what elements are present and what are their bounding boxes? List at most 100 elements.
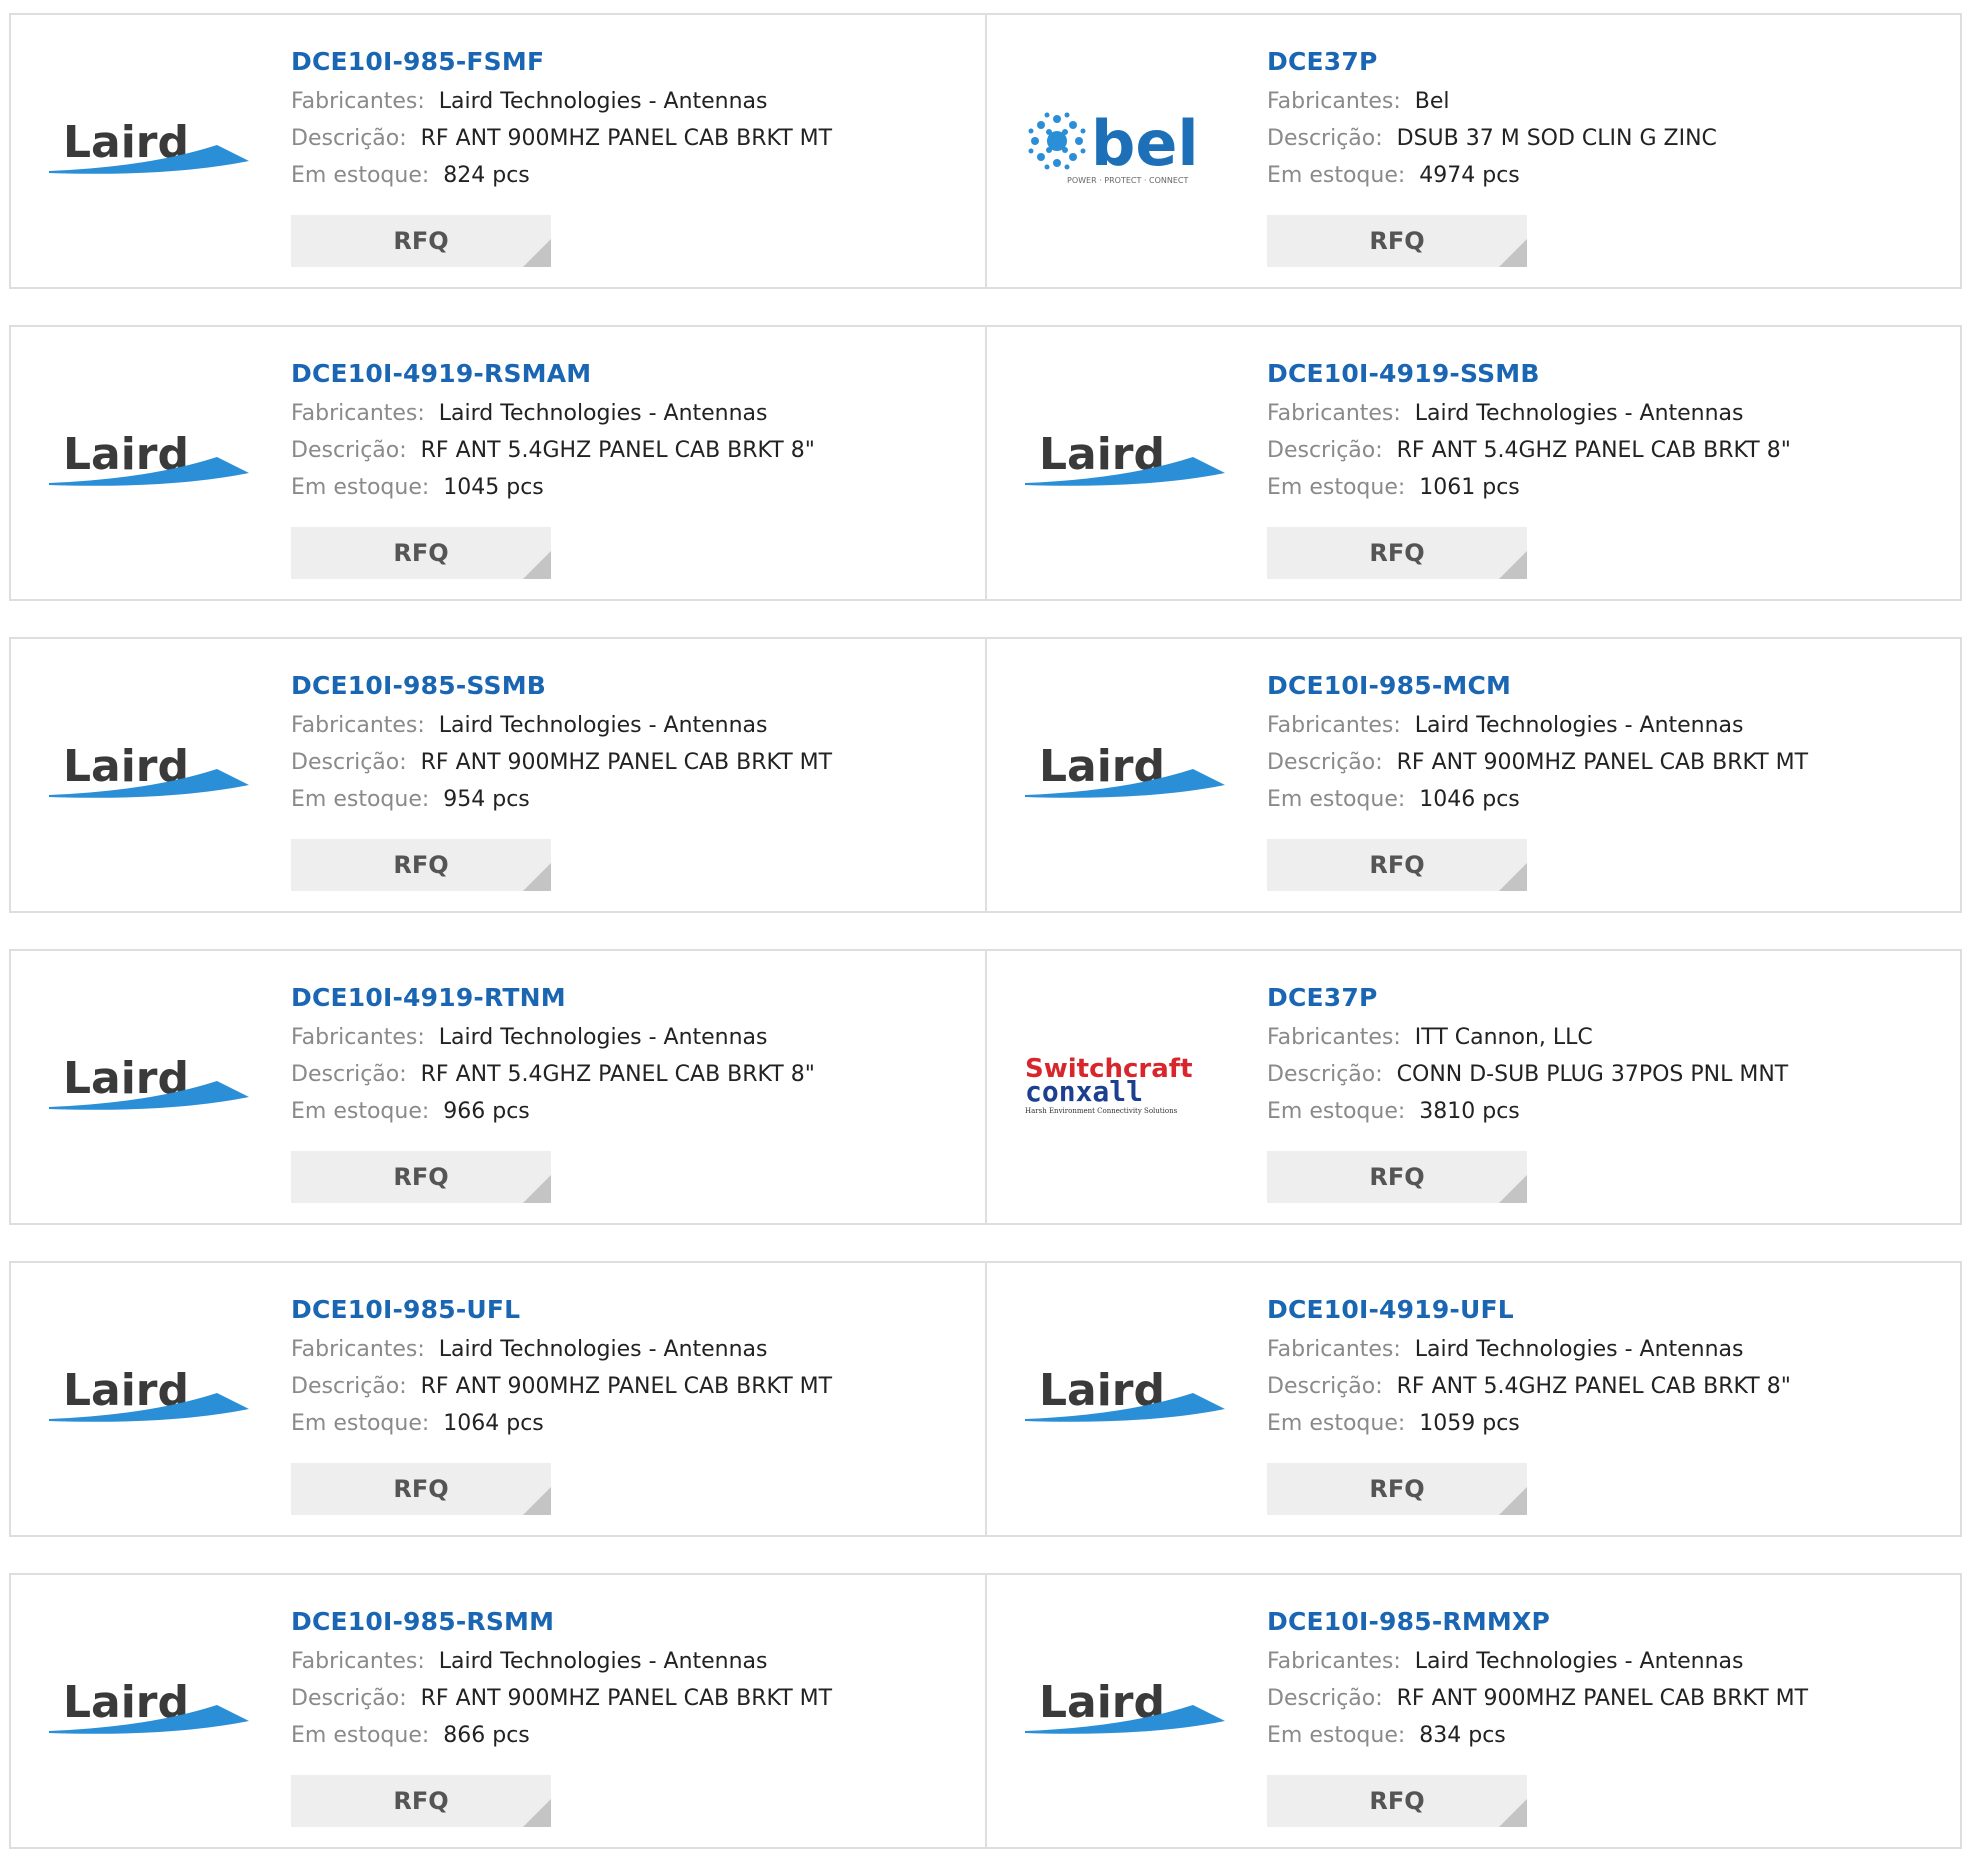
rfq-label: RFQ [393,539,449,567]
rfq-button[interactable]: RFQ [291,215,551,267]
corner-triangle-icon [523,863,551,891]
manufacturer-label: Fabricantes: [291,1337,425,1362]
manufacturer-value: Laird Technologies - Antennas [438,89,768,114]
description-value: RF ANT 900MHZ PANEL CAB BRKT MT [420,750,833,775]
stock-value: 866 pcs [443,1723,530,1748]
part-number-link[interactable]: DCE10I-985-UFL [291,1293,975,1331]
rfq-button[interactable]: RFQ [1267,1463,1527,1515]
stock-value: 824 pcs [443,163,530,188]
corner-triangle-icon [1499,1487,1527,1515]
stock-label: Em estoque: [1267,475,1406,500]
rfq-button[interactable]: RFQ [291,1463,551,1515]
stock-value: 1045 pcs [443,475,544,500]
description-value: RF ANT 900MHZ PANEL CAB BRKT MT [420,1374,833,1399]
rfq-label: RFQ [1369,851,1425,879]
product-card: Laird DCE10I-4919-UFL Fabricantes: Laird … [987,1261,1962,1537]
laird-logo[interactable]: Laird [1025,729,1225,809]
svg-text:Harsh Environment Connectivity: Harsh Environment Connectivity Solutions [1025,1107,1178,1115]
part-number-link[interactable]: DCE10I-985-MCM [1267,669,1950,707]
part-number-link[interactable]: DCE10I-4919-RTNM [291,981,975,1019]
stock-row: Em estoque: 3810 pcs [1267,1093,1950,1130]
laird-logo[interactable]: Laird [49,1665,249,1745]
rfq-label: RFQ [393,227,449,255]
part-number-link[interactable]: DCE10I-985-RMMXP [1267,1605,1950,1643]
rfq-button[interactable]: RFQ [1267,839,1527,891]
part-number-link[interactable]: DCE10I-4919-UFL [1267,1293,1950,1331]
corner-triangle-icon [1499,239,1527,267]
product-grid: Laird DCE10I-985-FSMF Fabricantes: Laird … [9,13,1962,1849]
manufacturer-value: Laird Technologies - Antennas [438,713,768,738]
laird-logo[interactable]: Laird [1025,417,1225,497]
laird-logo[interactable]: Laird [49,1041,249,1121]
stock-value: 954 pcs [443,787,530,812]
description-value: RF ANT 900MHZ PANEL CAB BRKT MT [420,1686,833,1711]
description-label: Descrição: [1267,1062,1383,1087]
part-number-link[interactable]: DCE10I-985-SSMB [291,669,975,707]
part-number-link[interactable]: DCE37P [1267,981,1950,1019]
rfq-button[interactable]: RFQ [291,1151,551,1203]
manufacturer-row: Fabricantes: Laird Technologies - Antenna… [291,1019,975,1056]
manufacturer-label: Fabricantes: [291,1649,425,1674]
product-card: Laird DCE10I-4919-RTNM Fabricantes: Laird… [9,949,987,1225]
rfq-button[interactable]: RFQ [291,839,551,891]
description-value: RF ANT 5.4GHZ PANEL CAB BRKT 8" [420,1062,815,1087]
manufacturer-row: Fabricantes: Laird Technologies - Antenna… [291,1643,975,1680]
svg-text:bel: bel [1091,107,1199,180]
rfq-label: RFQ [1369,1163,1425,1191]
stock-value: 1064 pcs [443,1411,544,1436]
description-row: Descrição: RF ANT 5.4GHZ PANEL CAB BRKT 8… [1267,432,1950,469]
rfq-label: RFQ [393,1163,449,1191]
bel-logo[interactable]: bel POWER · PROTECT · CONNECT [1025,105,1225,185]
rfq-button[interactable]: RFQ [1267,1151,1527,1203]
rfq-label: RFQ [393,851,449,879]
laird-logo[interactable]: Laird [49,729,249,809]
rfq-button[interactable]: RFQ [1267,527,1527,579]
description-label: Descrição: [1267,750,1383,775]
part-number-link[interactable]: DCE10I-4919-SSMB [1267,357,1950,395]
manufacturer-label: Fabricantes: [1267,401,1401,426]
part-number-link[interactable]: DCE10I-985-RSMM [291,1605,975,1643]
switchcraft-conxall-logo[interactable]: Switchcraft conxall Harsh Environment Co… [1025,1041,1225,1121]
stock-label: Em estoque: [291,1099,430,1124]
description-row: Descrição: RF ANT 5.4GHZ PANEL CAB BRKT 8… [291,432,975,469]
stock-value: 966 pcs [443,1099,530,1124]
laird-logo[interactable]: Laird [1025,1665,1225,1745]
product-card: Laird DCE10I-985-MCM Fabricantes: Laird T… [987,637,1962,913]
manufacturer-label: Fabricantes: [1267,713,1401,738]
corner-triangle-icon [1499,863,1527,891]
laird-logo[interactable]: Laird [49,1353,249,1433]
rfq-label: RFQ [1369,1475,1425,1503]
manufacturer-value: Laird Technologies - Antennas [1414,401,1744,426]
description-value: RF ANT 5.4GHZ PANEL CAB BRKT 8" [1396,438,1791,463]
corner-triangle-icon [523,1487,551,1515]
rfq-label: RFQ [1369,1787,1425,1815]
rfq-button[interactable]: RFQ [291,1775,551,1827]
part-number-link[interactable]: DCE37P [1267,45,1950,83]
manufacturer-label: Fabricantes: [1267,89,1401,114]
manufacturer-label: Fabricantes: [1267,1337,1401,1362]
manufacturer-value: Laird Technologies - Antennas [438,401,768,426]
description-value: RF ANT 900MHZ PANEL CAB BRKT MT [420,126,833,151]
manufacturer-row: Fabricantes: ITT Cannon, LLC [1267,1019,1950,1056]
rfq-button[interactable]: RFQ [1267,215,1527,267]
stock-label: Em estoque: [291,163,430,188]
product-card: Laird DCE10I-985-UFL Fabricantes: Laird T… [9,1261,987,1537]
description-row: Descrição: RF ANT 900MHZ PANEL CAB BRKT M… [291,1368,975,1405]
corner-triangle-icon [523,551,551,579]
part-number-link[interactable]: DCE10I-985-FSMF [291,45,975,83]
part-number-link[interactable]: DCE10I-4919-RSMAM [291,357,975,395]
laird-logo[interactable]: Laird [1025,1353,1225,1433]
manufacturer-value: Laird Technologies - Antennas [1414,713,1744,738]
rfq-label: RFQ [1369,227,1425,255]
manufacturer-row: Fabricantes: Bel [1267,83,1950,120]
rfq-label: RFQ [1369,539,1425,567]
laird-logo[interactable]: Laird [49,417,249,497]
product-card: Laird DCE10I-985-SSMB Fabricantes: Laird … [9,637,987,913]
description-label: Descrição: [1267,126,1383,151]
rfq-button[interactable]: RFQ [1267,1775,1527,1827]
manufacturer-row: Fabricantes: Laird Technologies - Antenna… [1267,707,1950,744]
rfq-button[interactable]: RFQ [291,527,551,579]
stock-row: Em estoque: 966 pcs [291,1093,975,1130]
manufacturer-row: Fabricantes: Laird Technologies - Antenna… [1267,395,1950,432]
laird-logo[interactable]: Laird [49,105,249,185]
